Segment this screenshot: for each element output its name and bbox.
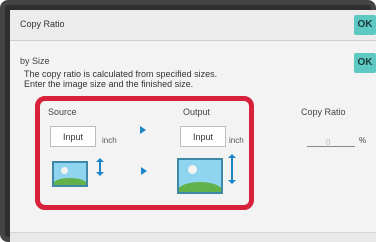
dialog-screen: Copy Ratio OK by Size OK The copy ratio … [10,10,376,242]
arrow-right-icon [140,126,146,134]
output-label: Output [183,107,211,117]
section-title: by Size [20,56,50,66]
copy-ratio-field[interactable] [307,146,355,147]
description-line-2: Enter the image size and the finished si… [24,79,194,89]
dialog-title: Copy Ratio [20,19,65,29]
output-size-input[interactable]: Input [180,126,226,147]
bottom-bar [10,232,376,242]
vertical-resize-icon-large [228,154,236,184]
output-unit: inch [229,136,244,145]
description: The copy ratio is calculated from specif… [24,69,284,89]
source-unit: inch [102,136,117,145]
copy-ratio-label: Copy Ratio [301,107,346,117]
output-image-icon [177,158,223,194]
source-label: Source [48,107,77,117]
title-bar: Copy Ratio [10,10,376,41]
copy-ratio-unit: % [359,136,367,145]
vertical-resize-icon-small [96,158,104,176]
ok-button-section[interactable]: OK [354,53,376,73]
description-line-1: The copy ratio is calculated from specif… [24,69,218,79]
ok-button-title[interactable]: OK [354,15,376,35]
device-frame: Copy Ratio OK by Size OK The copy ratio … [0,0,376,242]
source-image-icon [52,161,88,187]
source-size-input[interactable]: Input [50,126,96,147]
arrow-right-icon [141,167,147,175]
